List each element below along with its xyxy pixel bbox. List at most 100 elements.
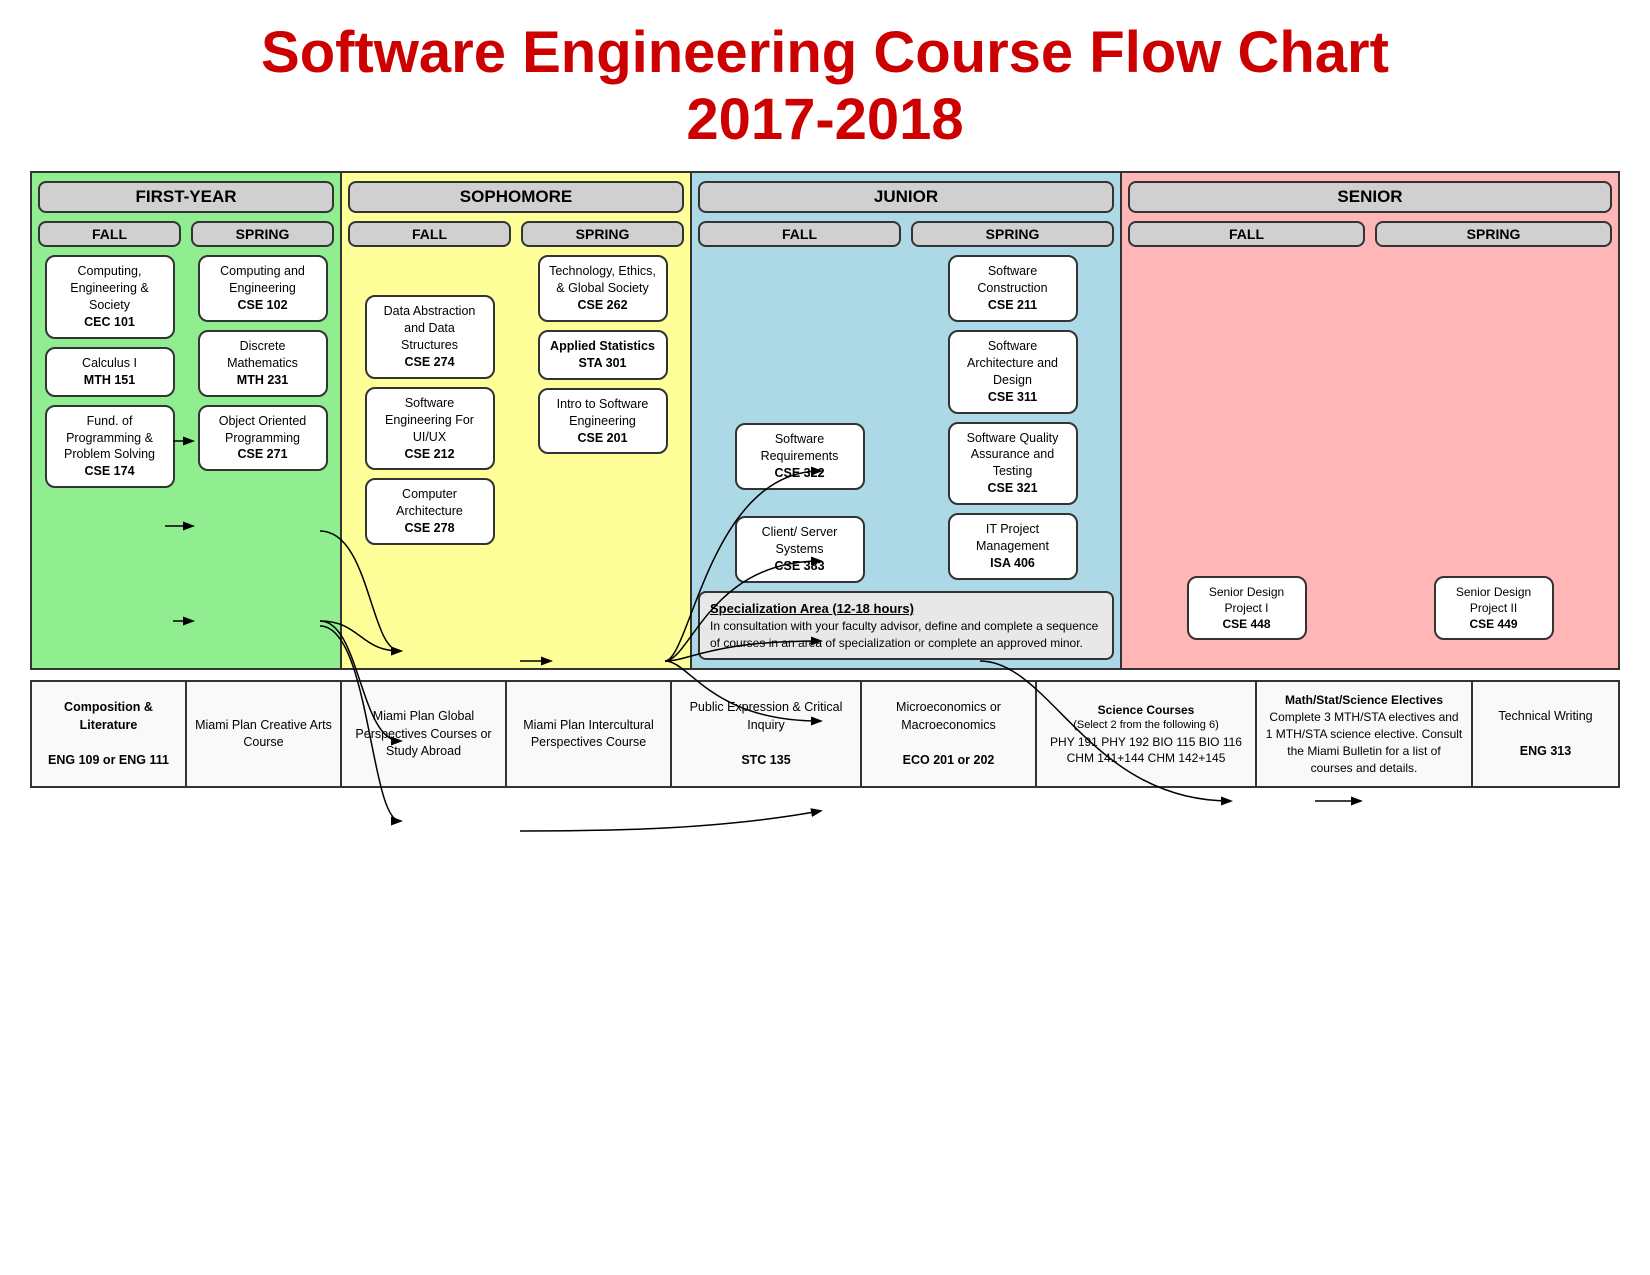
sophomore-semesters: FALL SPRING xyxy=(348,221,684,247)
cse102-name: Computing and Engineering xyxy=(208,263,318,297)
cse322-code: CSE 322 xyxy=(745,465,855,482)
mth231-name: Discrete Mathematics xyxy=(208,338,318,372)
senior-courses: Senior Design Project I CSE 448 Senior D… xyxy=(1128,255,1612,660)
jr-spring-label: SPRING xyxy=(911,221,1114,247)
cse449-box: Senior Design Project II CSE 449 xyxy=(1434,576,1554,641)
cse278-box: Computer Architecture CSE 278 xyxy=(365,478,495,545)
cse311-name: Software Architecture and Design xyxy=(958,338,1068,389)
bottom-eco: Microeconomics or Macroeconomics ECO 201… xyxy=(862,682,1037,786)
cse274-box: Data Abstraction and Data Structures CSE… xyxy=(365,295,495,379)
bottom-creative-arts: Miami Plan Creative Arts Course xyxy=(187,682,342,786)
cse449-code: CSE 449 xyxy=(1444,616,1544,632)
cse278-code: CSE 278 xyxy=(375,520,485,537)
cse271-code: CSE 271 xyxy=(208,446,318,463)
sophomore-header: SOPHOMORE xyxy=(348,181,684,213)
flowchart-wrapper: FIRST-YEAR FALL SPRING Computing, Engine… xyxy=(30,171,1620,670)
cse262-box: Technology, Ethics, & Global Society CSE… xyxy=(538,255,668,322)
spec-title: Specialization Area (12-18 hours) xyxy=(710,600,1102,618)
cse274-code: CSE 274 xyxy=(375,354,485,371)
cse211-box: Software Construction CSE 211 xyxy=(948,255,1078,322)
flowchart: FIRST-YEAR FALL SPRING Computing, Engine… xyxy=(30,171,1620,670)
cse322-box: Software Requirements CSE 322 xyxy=(735,423,865,490)
isa406-name: IT Project Management xyxy=(958,521,1068,555)
bottom-mathstat: Math/Stat/Science Electives Complete 3 M… xyxy=(1257,682,1473,786)
junior-column: JUNIOR FALL SPRING Software Requirements… xyxy=(692,173,1122,668)
sr-fall-courses: Senior Design Project I CSE 448 xyxy=(1128,568,1365,641)
isa406-box: IT Project Management ISA 406 xyxy=(948,513,1078,580)
soph-spring-courses: Technology, Ethics, & Global Society CSE… xyxy=(521,255,684,660)
first-year-header: FIRST-YEAR xyxy=(38,181,334,213)
spec-text: In consultation with your faculty adviso… xyxy=(710,618,1102,652)
cec101-name: Computing, Engineering & Society xyxy=(55,263,165,314)
bottom-stc135: Public Expression & Critical Inquiry STC… xyxy=(672,682,862,786)
first-year-courses: Computing, Engineering & Society CEC 101… xyxy=(38,255,334,660)
soph-fall-courses: Data Abstraction and Data Structures CSE… xyxy=(348,255,511,660)
page-title: Software Engineering Course Flow Chart20… xyxy=(30,20,1620,153)
cse448-code: CSE 448 xyxy=(1197,616,1297,632)
cse278-name: Computer Architecture xyxy=(375,486,485,520)
senior-column: SENIOR FALL SPRING Senior Design Project… xyxy=(1122,173,1618,668)
cse212-name: Software Engineering For UI/UX xyxy=(375,395,485,446)
junior-courses: Software Requirements CSE 322 Client/ Se… xyxy=(698,255,1114,582)
sophomore-courses: Data Abstraction and Data Structures CSE… xyxy=(348,255,684,660)
jr-fall-courses: Software Requirements CSE 322 Client/ Se… xyxy=(698,255,901,582)
spec-box: Specialization Area (12-18 hours) In con… xyxy=(698,591,1114,661)
cse311-box: Software Architecture and Design CSE 311 xyxy=(948,330,1078,414)
cse274-name: Data Abstraction and Data Structures xyxy=(375,303,485,354)
mth231-box: Discrete Mathematics MTH 231 xyxy=(198,330,328,397)
sta301-code: STA 301 xyxy=(548,355,658,372)
cse271-box: Object Oriented Programming CSE 271 xyxy=(198,405,328,472)
cse102-box: Computing and Engineering CSE 102 xyxy=(198,255,328,322)
bottom-row: Composition & Literature ENG 109 or ENG … xyxy=(30,680,1620,788)
cse383-name: Client/ Server Systems xyxy=(745,524,855,558)
first-fall-courses: Computing, Engineering & Society CEC 101… xyxy=(38,255,181,660)
cse322-name: Software Requirements xyxy=(745,431,855,465)
mth231-code: MTH 231 xyxy=(208,372,318,389)
cse201-box: Intro to Software Engineering CSE 201 xyxy=(538,388,668,455)
first-spring-label: SPRING xyxy=(191,221,334,247)
cse448-box: Senior Design Project I CSE 448 xyxy=(1187,576,1307,641)
isa406-code: ISA 406 xyxy=(958,555,1068,572)
cse321-code: CSE 321 xyxy=(958,480,1068,497)
cse201-name: Intro to Software Engineering xyxy=(548,396,658,430)
cse321-name: Software Quality Assurance and Testing xyxy=(958,430,1068,481)
cse211-name: Software Construction xyxy=(958,263,1068,297)
cse212-code: CSE 212 xyxy=(375,446,485,463)
cse449-name: Senior Design Project II xyxy=(1444,584,1544,616)
sr-fall-label: FALL xyxy=(1128,221,1365,247)
cse271-name: Object Oriented Programming xyxy=(208,413,318,447)
cse383-box: Client/ Server Systems CSE 383 xyxy=(735,516,865,583)
senior-semesters: FALL SPRING xyxy=(1128,221,1612,247)
sr-spring-courses: Senior Design Project II CSE 449 xyxy=(1375,568,1612,641)
jr-fall-label: FALL xyxy=(698,221,901,247)
soph-spring-label: SPRING xyxy=(521,221,684,247)
cse262-name: Technology, Ethics, & Global Society xyxy=(548,263,658,297)
sta301-box: Applied Statistics STA 301 xyxy=(538,330,668,380)
sophomore-column: SOPHOMORE FALL SPRING Data Abstraction a… xyxy=(342,173,692,668)
mth151-name: Calculus I xyxy=(55,355,165,372)
senior-header: SENIOR xyxy=(1128,181,1612,213)
mth151-code: MTH 151 xyxy=(55,372,165,389)
cse212-box: Software Engineering For UI/UX CSE 212 xyxy=(365,387,495,471)
cse262-code: CSE 262 xyxy=(548,297,658,314)
first-spring-courses: Computing and Engineering CSE 102 Discre… xyxy=(191,255,334,660)
mth151-box: Calculus I MTH 151 xyxy=(45,347,175,397)
first-year-semesters: FALL SPRING xyxy=(38,221,334,247)
bottom-global: Miami Plan Global Perspectives Courses o… xyxy=(342,682,507,786)
junior-semesters: FALL SPRING xyxy=(698,221,1114,247)
bottom-eng109: Composition & Literature ENG 109 or ENG … xyxy=(32,682,187,786)
sta301-name: Applied Statistics xyxy=(548,338,658,355)
cse174-name: Fund. of Programming & Problem Solving xyxy=(55,413,165,464)
soph-fall-label: FALL xyxy=(348,221,511,247)
bottom-eng313: Technical Writing ENG 313 xyxy=(1473,682,1618,786)
cse211-code: CSE 211 xyxy=(958,297,1068,314)
cse383-code: CSE 383 xyxy=(745,558,855,575)
junior-header: JUNIOR xyxy=(698,181,1114,213)
cse174-code: CSE 174 xyxy=(55,463,165,480)
jr-spring-courses: Software Construction CSE 211 Software A… xyxy=(911,255,1114,582)
cec101-box: Computing, Engineering & Society CEC 101 xyxy=(45,255,175,339)
cse174-box: Fund. of Programming & Problem Solving C… xyxy=(45,405,175,489)
first-year-column: FIRST-YEAR FALL SPRING Computing, Engine… xyxy=(32,173,342,668)
cec101-code: CEC 101 xyxy=(55,314,165,331)
bottom-intercultural: Miami Plan Intercultural Perspectives Co… xyxy=(507,682,672,786)
